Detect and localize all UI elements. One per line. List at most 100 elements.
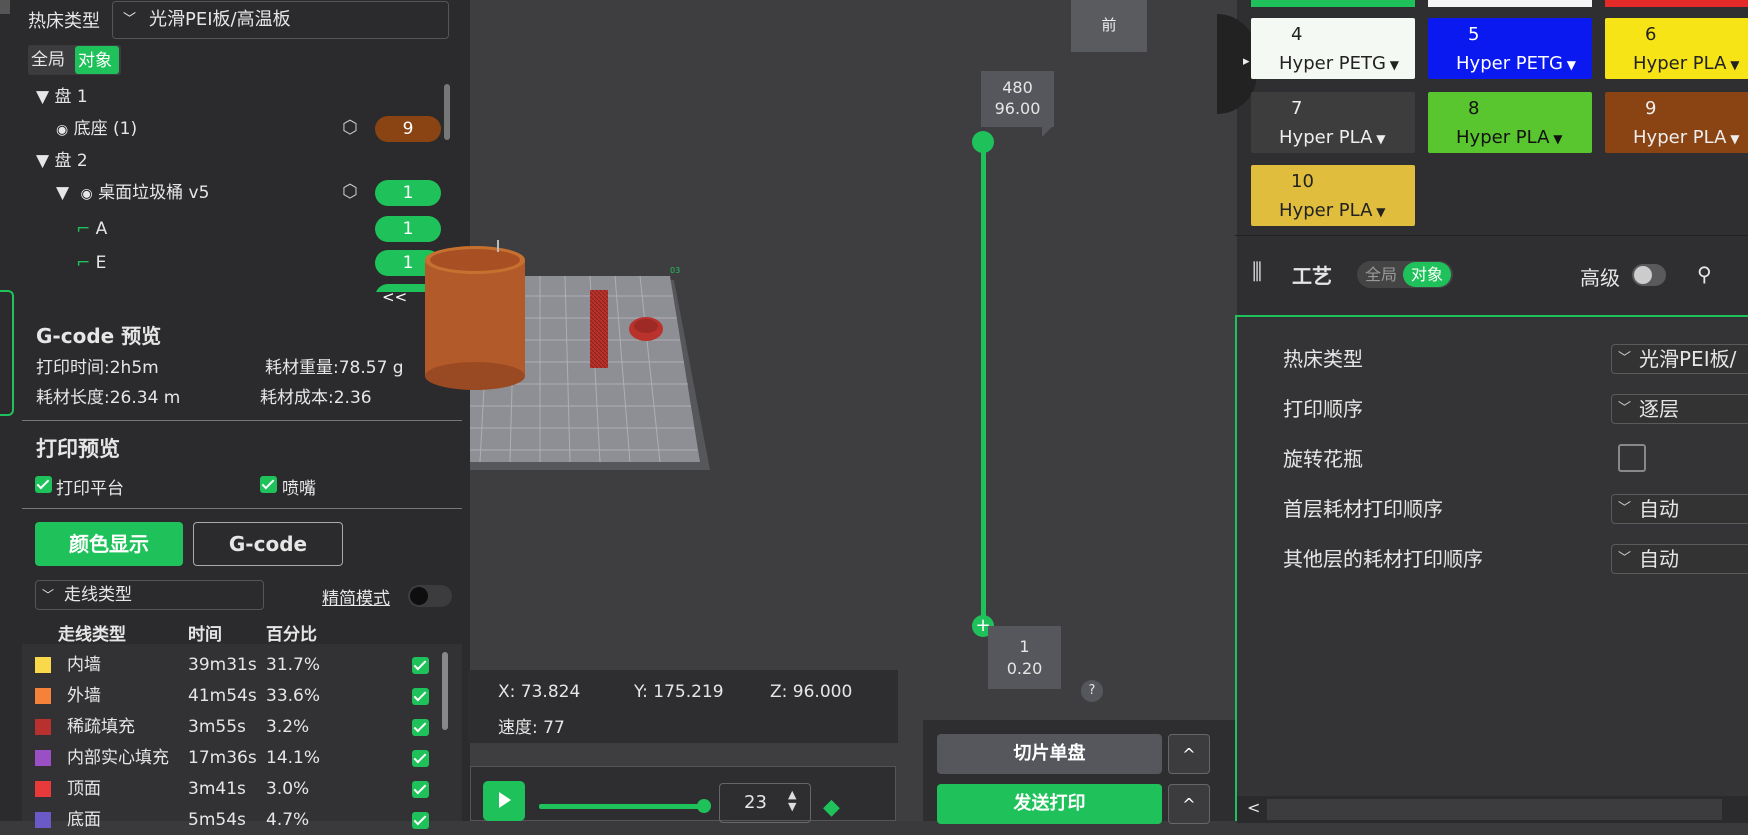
filament-type-select[interactable]: Hyper PETG ▼	[1456, 53, 1576, 74]
row-visible-checkbox[interactable]	[412, 657, 429, 674]
filament-slot[interactable]: 5 Hyper PETG ▼	[1428, 18, 1592, 79]
scope-toggle[interactable]: 全局 对象	[28, 45, 121, 75]
filament-badge[interactable]: 1	[375, 216, 441, 242]
filament-type-select[interactable]: Hyper PLA ▼	[1456, 127, 1562, 148]
advanced-label: 高级	[1580, 266, 1620, 290]
eye-icon[interactable]: ◉	[80, 186, 92, 202]
gcode-button[interactable]: G-code	[193, 522, 343, 566]
table-row[interactable]: 顶面 3m41s 3.0%	[22, 774, 462, 804]
stepper-icon[interactable]: ▲ ▼	[788, 789, 796, 813]
setting-select[interactable]: 自动	[1611, 544, 1748, 574]
setting-select[interactable]: 光滑PEI板/	[1611, 344, 1748, 374]
filament-type-select[interactable]: Hyper PLA ▼	[1633, 127, 1739, 148]
send-print-button[interactable]: 发送打印	[937, 784, 1162, 824]
horizontal-scrollbar[interactable]: <	[1237, 796, 1748, 823]
help-button[interactable]: ?	[1081, 680, 1103, 702]
filament-name: Hyper PLA	[1633, 127, 1727, 148]
filament-slot[interactable]: 10 Hyper PLA ▼	[1251, 165, 1415, 226]
expand-arrow: ▼	[56, 183, 70, 203]
filament-type-select[interactable]: Hyper PLA ▼	[1279, 127, 1385, 148]
simple-mode-toggle[interactable]	[408, 585, 452, 607]
table-row[interactable]: 内部实心填充 17m36s 14.1%	[22, 743, 462, 773]
row-percent: 31.7%	[266, 655, 321, 675]
send-dropdown-button[interactable]: ^	[1168, 784, 1210, 824]
slice-plate-button[interactable]: 切片单盘	[937, 734, 1162, 774]
top-layer-height: 96.00	[994, 99, 1041, 118]
scope-object[interactable]: 对象	[75, 46, 119, 74]
coordinates-panel: X: 73.824 Y: 175.219 Z: 96.000 速度: 77	[468, 670, 898, 743]
search-settings-icon[interactable]: ⚲	[1697, 262, 1712, 286]
bed-type-select[interactable]: ﹀ 光滑PEI板/高温板	[112, 1, 449, 39]
color-swatch	[35, 657, 51, 673]
front-view-button[interactable]: 前	[1071, 0, 1147, 52]
layers-icon[interactable]: ◆	[823, 795, 840, 820]
play-button[interactable]	[483, 781, 525, 821]
filament-number: 10	[1291, 171, 1314, 192]
scroll-thumb[interactable]	[1267, 799, 1722, 820]
advanced-toggle[interactable]	[1632, 264, 1666, 286]
filament-number: 6	[1645, 24, 1657, 45]
caret-down-icon: ▼	[1726, 58, 1740, 72]
table-row[interactable]: 底面 5m54s 4.7%	[22, 805, 462, 835]
tree-label: 底座 (1)	[73, 119, 138, 139]
row-name: 外墙	[67, 686, 101, 706]
playback-slider[interactable]	[539, 804, 701, 809]
filament-type-select[interactable]: Hyper PETG ▼	[1279, 53, 1399, 74]
line-type-select[interactable]: ﹀ 走线类型	[35, 580, 264, 610]
setting-label: 其他层的耗材打印顺序	[1283, 547, 1483, 571]
plate-number: 03	[670, 266, 680, 275]
divider	[22, 508, 462, 509]
filament-slot[interactable]: 6 Hyper PLA ▼	[1605, 18, 1748, 79]
checkbox-platform[interactable]	[35, 476, 52, 493]
checkbox-nozzle[interactable]	[260, 476, 277, 493]
filament-slot[interactable]: 4 Hyper PETG ▼	[1251, 18, 1415, 79]
table-row[interactable]: 外墙 41m54s 33.6%	[22, 681, 462, 711]
process-scope-toggle[interactable]: 全局 对象	[1357, 261, 1453, 288]
filament-slot[interactable]: 8 Hyper PLA ▼	[1428, 92, 1592, 153]
edge-tab	[0, 0, 10, 14]
filament-cost: 耗材成本:2.36	[260, 388, 372, 408]
top-layer-number: 480	[1002, 78, 1033, 97]
layer-slider-track[interactable]	[981, 138, 986, 628]
table-scrollbar[interactable]	[442, 652, 448, 730]
row-visible-checkbox[interactable]	[412, 719, 429, 736]
slider-top-handle[interactable]	[972, 131, 994, 153]
row-percent: 3.2%	[266, 717, 310, 737]
filament-slot[interactable]: 7 Hyper PLA ▼	[1251, 92, 1415, 153]
collapse-panel-button[interactable]: <<	[382, 288, 412, 306]
filament-badge[interactable]: 1	[375, 180, 441, 206]
setting-select[interactable]: 逐层	[1611, 394, 1748, 424]
divider	[22, 420, 462, 421]
tree-plate-1[interactable]: ▼ 盘 1	[36, 82, 448, 113]
vase-mode-checkbox[interactable]	[1618, 444, 1646, 472]
row-visible-checkbox[interactable]	[412, 688, 429, 705]
filament-badge[interactable]: 9	[375, 116, 441, 142]
scroll-left-button[interactable]: <	[1247, 798, 1260, 817]
tree-label: E	[95, 253, 107, 273]
3d-viewport[interactable]: 前 03 << 480 96.00 + 1 0.20 ? X: 73.824 Y…	[382, 0, 1237, 824]
eye-icon[interactable]: ◉	[56, 122, 68, 138]
slice-dropdown-button[interactable]: ^	[1168, 734, 1210, 774]
filament-slot[interactable]: 9 Hyper PLA ▼	[1605, 92, 1748, 153]
color-display-button[interactable]: 颜色显示	[35, 522, 183, 566]
tree-scrollbar[interactable]	[444, 84, 450, 140]
right-panel: ▸ 4 Hyper PETG ▼ 5 Hyper PETG ▼ 6 Hyper PL…	[1217, 0, 1748, 823]
table-row[interactable]: 稀疏填充 3m55s 3.2%	[22, 712, 462, 742]
playback-handle[interactable]	[697, 799, 711, 813]
filament-type-select[interactable]: Hyper PLA ▼	[1633, 53, 1739, 74]
side-highlight	[0, 290, 14, 416]
table-row[interactable]: 内墙 39m31s 31.7%	[22, 650, 462, 680]
scope-global[interactable]: 全局	[1365, 261, 1397, 288]
setting-select[interactable]: 自动	[1611, 494, 1748, 524]
row-visible-checkbox[interactable]	[412, 781, 429, 798]
tooltip-pointer	[1042, 125, 1054, 137]
row-visible-checkbox[interactable]	[412, 750, 429, 767]
playback-input[interactable]: 23 ▲ ▼	[719, 783, 811, 823]
scope-object[interactable]: 对象	[1403, 262, 1451, 287]
sliders-icon: ⫼	[1252, 260, 1263, 285]
cube-icon[interactable]: ⬡	[342, 117, 358, 138]
cube-icon[interactable]: ⬡	[342, 181, 358, 202]
filament-type-select[interactable]: Hyper PLA ▼	[1279, 200, 1385, 221]
tree-plate-2[interactable]: ▼ 盘 2	[36, 146, 448, 177]
scope-global[interactable]: 全局	[31, 45, 65, 75]
